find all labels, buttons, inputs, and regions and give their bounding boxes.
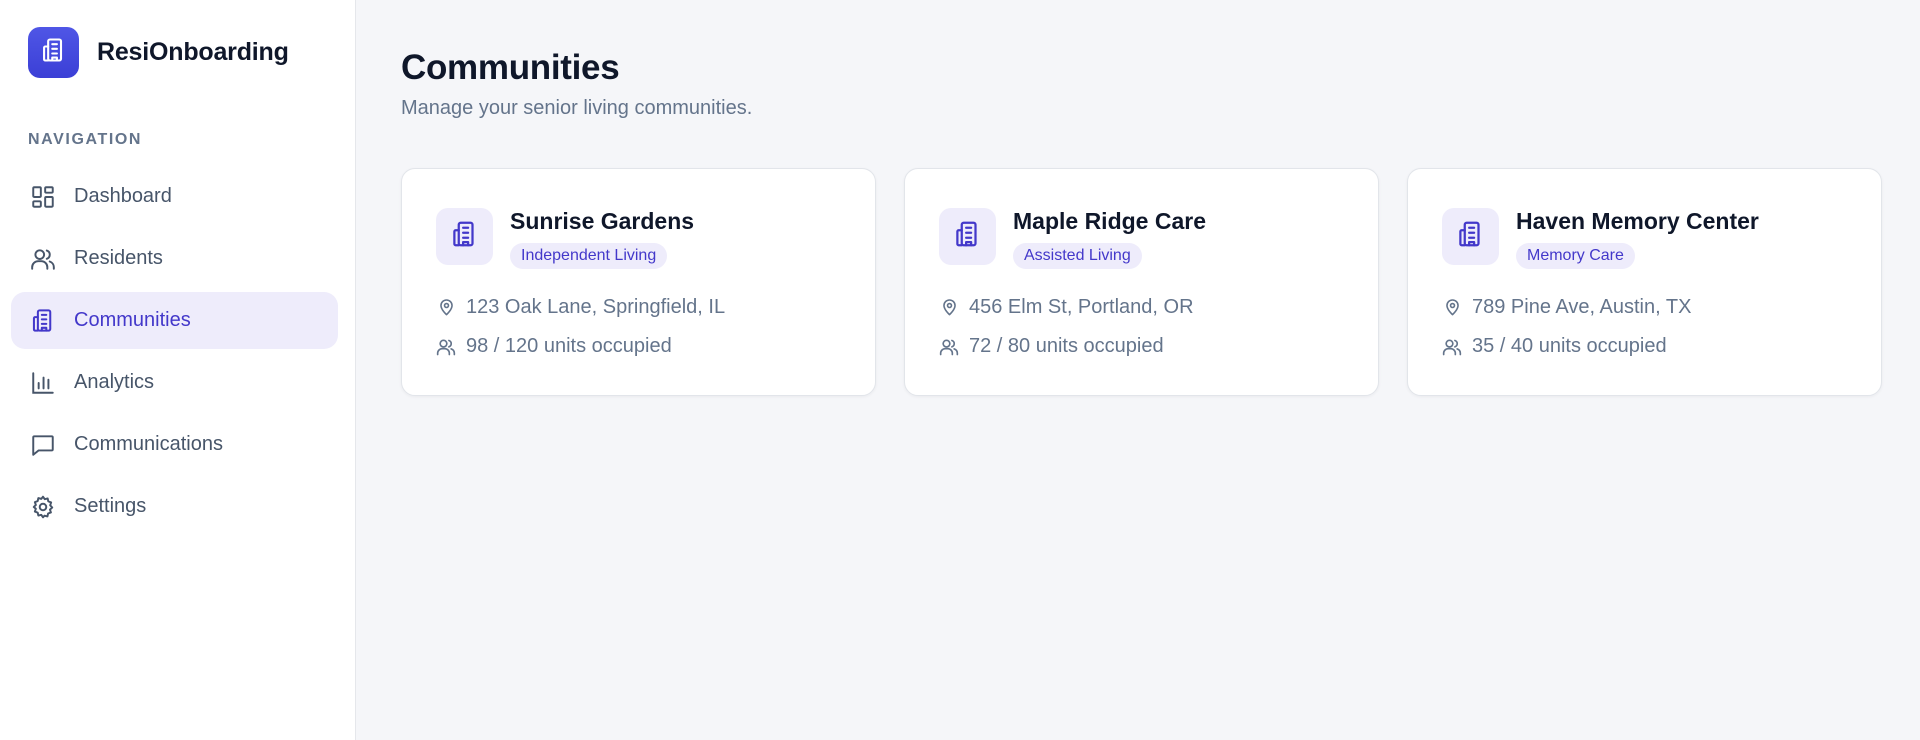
gear-icon xyxy=(29,493,57,521)
users-icon xyxy=(29,245,57,273)
community-name: Maple Ridge Care xyxy=(1013,208,1206,234)
map-pin-icon xyxy=(1442,298,1462,318)
nav-heading: NAVIGATION xyxy=(28,131,143,148)
map-pin-icon xyxy=(436,298,456,318)
brand-name: ResiOnboarding xyxy=(97,38,289,66)
community-avatar xyxy=(436,208,493,265)
community-avatar xyxy=(939,208,996,265)
community-occupancy: 98 / 120 units occupied xyxy=(436,335,672,358)
community-card[interactable]: Sunrise Gardens Independent Living 123 O… xyxy=(401,168,876,396)
community-occupancy-text: 35 / 40 units occupied xyxy=(1472,335,1667,357)
brand[interactable]: ResiOnboarding xyxy=(28,27,289,78)
community-avatar xyxy=(1442,208,1499,265)
building-icon xyxy=(40,36,68,69)
sidebar: ResiOnboarding NAVIGATION Dashboard Resi… xyxy=(0,0,356,740)
dashboard-icon xyxy=(29,183,57,211)
community-type-badge: Independent Living xyxy=(510,243,668,269)
building-icon xyxy=(953,219,983,254)
sidebar-item-settings[interactable]: Settings xyxy=(11,478,338,535)
community-card[interactable]: Haven Memory Center Memory Care 789 Pine… xyxy=(1407,168,1882,396)
sidebar-item-label: Analytics xyxy=(74,371,155,393)
community-address-text: 456 Elm St, Portland, OR xyxy=(969,296,1194,318)
building-icon xyxy=(29,307,57,335)
community-occupancy-text: 72 / 80 units occupied xyxy=(969,335,1164,357)
sidebar-item-label: Residents xyxy=(74,247,163,269)
bar-chart-icon xyxy=(29,369,57,397)
users-icon xyxy=(436,337,456,357)
page-title: Communities xyxy=(401,48,620,87)
community-address: 456 Elm St, Portland, OR xyxy=(939,296,1194,319)
app-root: ResiOnboarding NAVIGATION Dashboard Resi… xyxy=(0,0,1920,740)
community-type-badge: Memory Care xyxy=(1516,243,1635,269)
main-content: Communities Manage your senior living co… xyxy=(356,0,1920,740)
sidebar-item-communities[interactable]: Communities xyxy=(11,292,338,349)
community-name: Haven Memory Center xyxy=(1516,208,1759,234)
sidebar-item-label: Communities xyxy=(74,309,191,331)
brand-logo xyxy=(28,27,79,78)
community-card[interactable]: Maple Ridge Care Assisted Living 456 Elm… xyxy=(904,168,1379,396)
community-type-badge: Assisted Living xyxy=(1013,243,1142,269)
sidebar-item-analytics[interactable]: Analytics xyxy=(11,354,338,411)
community-address: 789 Pine Ave, Austin, TX xyxy=(1442,296,1691,319)
community-address-text: 123 Oak Lane, Springfield, IL xyxy=(466,296,726,318)
building-icon xyxy=(1456,219,1486,254)
community-address-text: 789 Pine Ave, Austin, TX xyxy=(1472,296,1692,318)
page-subtitle: Manage your senior living communities. xyxy=(401,97,753,119)
community-card-list: Sunrise Gardens Independent Living 123 O… xyxy=(401,168,1882,396)
users-icon xyxy=(1442,337,1462,357)
community-name: Sunrise Gardens xyxy=(510,208,695,234)
community-occupancy: 35 / 40 units occupied xyxy=(1442,335,1667,358)
sidebar-item-label: Communications xyxy=(74,433,223,455)
sidebar-item-communications[interactable]: Communications xyxy=(11,416,338,473)
community-occupancy: 72 / 80 units occupied xyxy=(939,335,1164,358)
map-pin-icon xyxy=(939,298,959,318)
sidebar-item-label: Settings xyxy=(74,495,147,517)
message-icon xyxy=(29,431,57,459)
sidebar-item-residents[interactable]: Residents xyxy=(11,230,338,287)
sidebar-nav: Dashboard Residents Communities Analytic… xyxy=(11,168,338,540)
building-icon xyxy=(450,219,480,254)
users-icon xyxy=(939,337,959,357)
sidebar-item-dashboard[interactable]: Dashboard xyxy=(11,168,338,225)
community-occupancy-text: 98 / 120 units occupied xyxy=(466,335,672,357)
sidebar-item-label: Dashboard xyxy=(74,185,172,207)
community-address: 123 Oak Lane, Springfield, IL xyxy=(436,296,725,319)
